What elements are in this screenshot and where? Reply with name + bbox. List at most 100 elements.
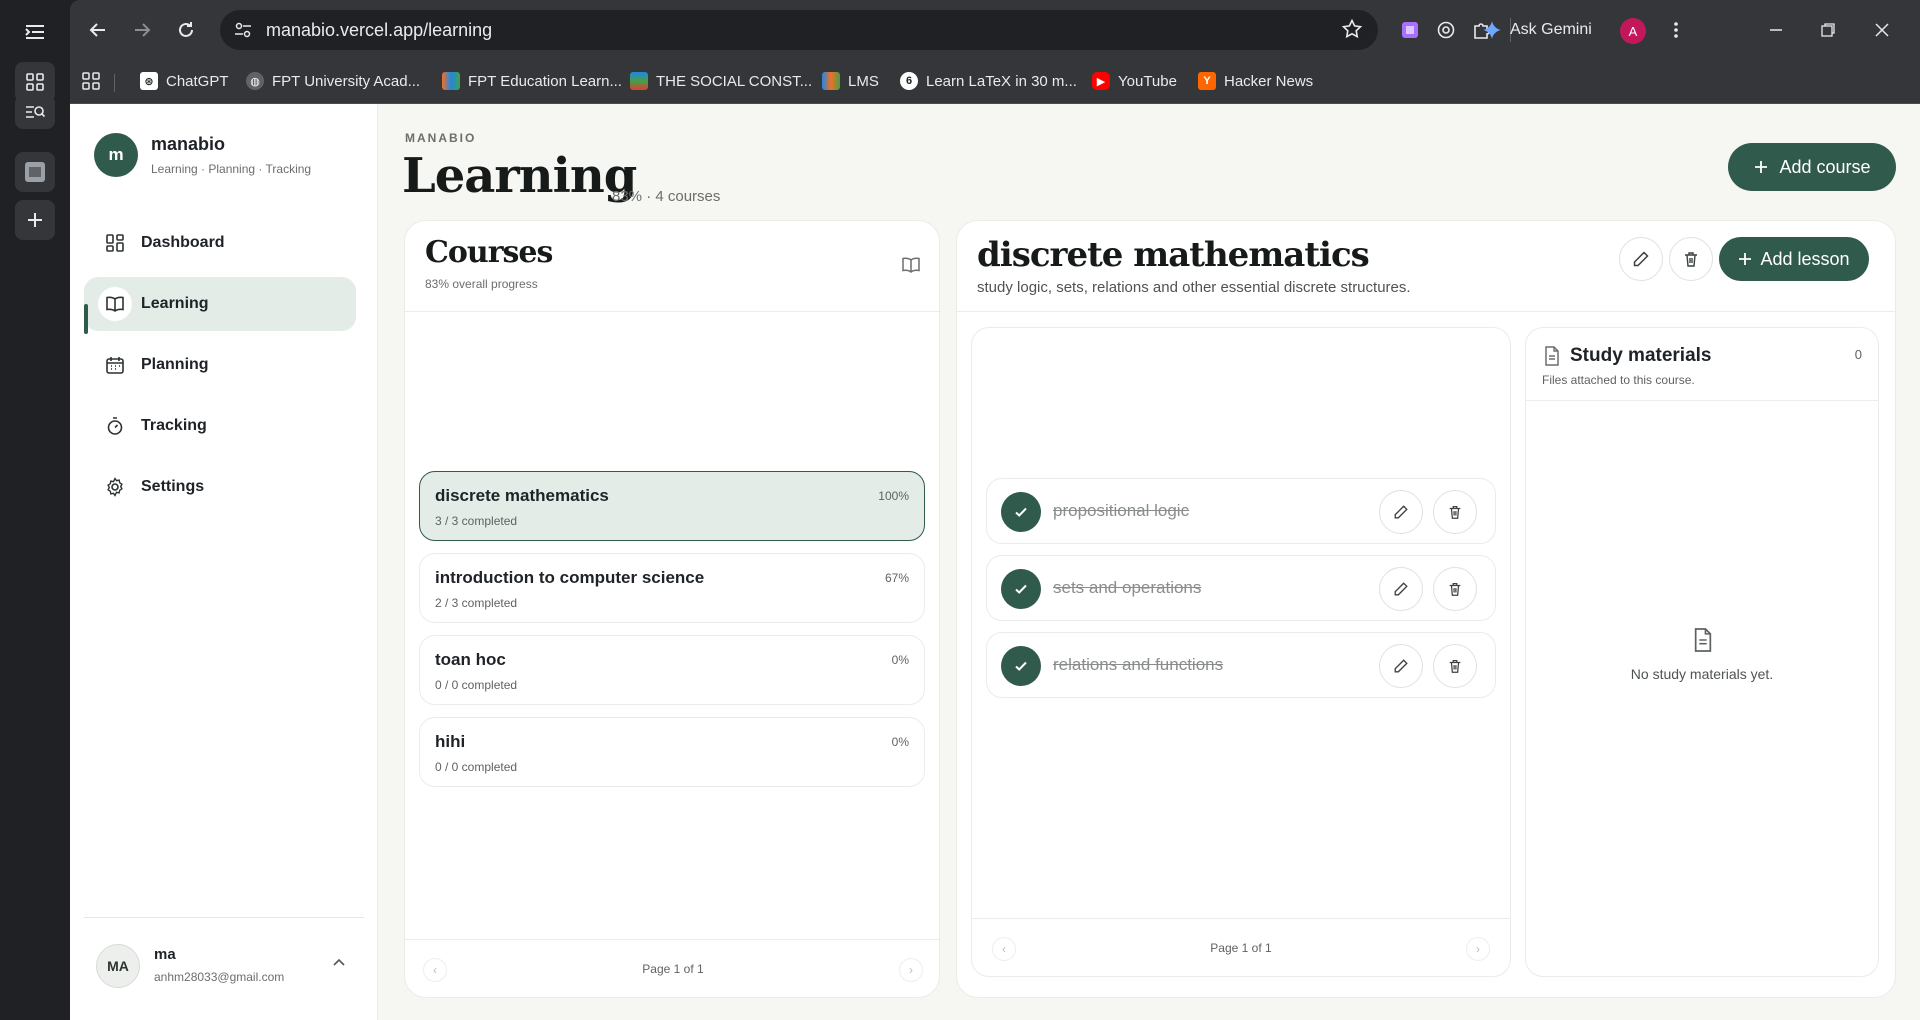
- edit-lesson-button[interactable]: [1379, 567, 1423, 611]
- close-icon[interactable]: [1866, 14, 1898, 46]
- course-progress: 0 / 0 completed: [435, 760, 518, 774]
- address-bar[interactable]: manabio.vercel.app/learning: [220, 10, 1378, 50]
- lesson-name: relations and functions: [1053, 655, 1224, 674]
- user-avatar[interactable]: MA: [96, 944, 140, 988]
- chevron-right-icon[interactable]: ›: [1466, 937, 1490, 961]
- url-text[interactable]: manabio.vercel.app/learning: [266, 20, 492, 41]
- chatgpt-extension-icon[interactable]: [1432, 16, 1460, 44]
- bookmark-label: ChatGPT: [166, 72, 229, 90]
- course-item-discrete-mathematics[interactable]: discrete mathematics 3 / 3 completed 100…: [419, 471, 925, 541]
- pencil-icon: [1394, 582, 1408, 596]
- sidebar-item-planning[interactable]: Planning: [84, 338, 356, 392]
- delete-lesson-button[interactable]: [1433, 644, 1477, 688]
- course-item-toan-hoc[interactable]: toan hoc 0 / 0 completed 0%: [419, 635, 925, 705]
- course-progress: 3 / 3 completed: [435, 514, 518, 528]
- course-item-intro-cs[interactable]: introduction to computer science 2 / 3 c…: [419, 553, 925, 623]
- courses-card: Courses 83% overall progress discrete ma…: [404, 220, 941, 998]
- bookmark-label: FPT Education Learn...: [468, 72, 622, 90]
- course-name: discrete mathematics: [435, 486, 609, 505]
- chevron-right-icon[interactable]: ›: [899, 958, 923, 982]
- delete-lesson-button[interactable]: [1433, 567, 1477, 611]
- edit-lesson-button[interactable]: [1379, 490, 1423, 534]
- document-icon: [1540, 344, 1564, 368]
- profile-avatar[interactable]: A: [1620, 18, 1646, 44]
- trash-icon: [1449, 660, 1461, 673]
- lesson-item[interactable]: relations and functions: [986, 632, 1496, 698]
- sidebar-item-tracking[interactable]: Tracking: [84, 399, 356, 453]
- reload-icon[interactable]: [170, 14, 202, 46]
- trash-icon: [1449, 506, 1461, 519]
- sidebar-item-dashboard[interactable]: Dashboard: [84, 216, 356, 270]
- pagination-label: Page 1 of 1: [1210, 941, 1272, 955]
- bookmark-learn-latex[interactable]: 6 Learn LaTeX in 30 m...: [900, 72, 1077, 90]
- user-email: anhm28033@gmail.com: [154, 970, 285, 984]
- edit-lesson-button[interactable]: [1379, 644, 1423, 688]
- forward-arrow-icon[interactable]: [126, 14, 158, 46]
- grid-icon: [100, 228, 130, 258]
- lessons-panel: propositional logic sets and operations: [971, 327, 1511, 977]
- edit-course-button[interactable]: [1619, 237, 1663, 281]
- new-tab-plus-icon[interactable]: [15, 200, 55, 240]
- browser-toolbar: manabio.vercel.app/learning Ask Gemini A: [70, 0, 1920, 60]
- bookmark-hacker-news[interactable]: Y Hacker News: [1198, 72, 1313, 90]
- bookmark-fpt-education[interactable]: FPT Education Learn...: [442, 72, 622, 90]
- ask-gemini-button[interactable]: Ask Gemini: [1482, 12, 1592, 48]
- pencil-icon: [1394, 505, 1408, 519]
- tab-list-icon[interactable]: [15, 12, 55, 52]
- course-percent: 0%: [891, 653, 909, 667]
- add-course-button[interactable]: Add course: [1728, 143, 1896, 191]
- lesson-item[interactable]: sets and operations: [986, 555, 1496, 621]
- web-app: m manabio Learning · Planning · Tracking…: [70, 104, 1920, 1020]
- minimize-icon[interactable]: [1760, 14, 1792, 46]
- bookmark-youtube[interactable]: ▶ YouTube: [1092, 72, 1177, 90]
- add-lesson-button[interactable]: Add lesson: [1719, 237, 1869, 281]
- study-materials-count: 0: [1854, 347, 1862, 362]
- bookmark-label: LMS: [848, 72, 879, 90]
- site-settings-icon[interactable]: [232, 20, 254, 40]
- course-progress: 2 / 3 completed: [435, 596, 518, 610]
- course-detail-title: discrete mathematics: [977, 235, 1370, 275]
- courses-pagination: ‹ Page 1 of 1 ›: [405, 945, 941, 995]
- kebab-menu-icon[interactable]: [1660, 14, 1692, 46]
- add-course-label: Add course: [1779, 156, 1871, 177]
- brand-avatar: m: [94, 133, 138, 177]
- book-icon: [98, 287, 132, 321]
- trash-icon: [1685, 252, 1697, 267]
- sidebar: m manabio Learning · Planning · Tracking…: [70, 104, 378, 1020]
- check-icon[interactable]: [1001, 492, 1041, 532]
- bookmark-label: YouTube: [1118, 72, 1177, 90]
- courses-footer-divider: [405, 939, 941, 940]
- check-icon[interactable]: [1001, 569, 1041, 609]
- lesson-item[interactable]: propositional logic: [986, 478, 1496, 544]
- sidebar-item-label: Tracking: [141, 417, 207, 434]
- bookmark-star-icon[interactable]: [1341, 18, 1363, 44]
- tab-thumbnail-icon[interactable]: [15, 152, 55, 192]
- back-arrow-icon[interactable]: [82, 14, 114, 46]
- bookmark-social-construct[interactable]: THE SOCIAL CONST...: [630, 72, 812, 90]
- extension-purple-icon[interactable]: [1396, 16, 1424, 44]
- chevron-up-icon[interactable]: [332, 954, 346, 972]
- tab-search-icon[interactable]: [15, 95, 55, 129]
- brand-tagline: Learning · Planning · Tracking: [151, 162, 312, 176]
- gemini-icon: [1483, 21, 1501, 39]
- bookmark-fpt-university[interactable]: ◍ FPT University Acad...: [246, 72, 420, 90]
- course-name: toan hoc: [435, 650, 506, 669]
- sidebar-item-learning[interactable]: Learning: [84, 277, 356, 331]
- sidebar-divider: [84, 917, 364, 918]
- delete-course-button[interactable]: [1669, 237, 1713, 281]
- delete-lesson-button[interactable]: [1433, 490, 1477, 534]
- sidebar-item-label: Settings: [141, 478, 205, 495]
- check-icon[interactable]: [1001, 646, 1041, 686]
- apps-grid-icon[interactable]: [82, 72, 100, 90]
- course-percent: 0%: [891, 735, 909, 749]
- course-item-hihi[interactable]: hihi 0 / 0 completed 0%: [419, 717, 925, 787]
- stack-icon: [630, 72, 648, 90]
- sidebar-item-label: Planning: [141, 356, 209, 373]
- bookmarks-divider: [114, 74, 115, 92]
- study-materials-title: Study materials: [1570, 345, 1712, 366]
- bookmark-lms[interactable]: LMS: [822, 72, 879, 90]
- restore-icon[interactable]: [1812, 14, 1844, 46]
- sidebar-item-settings[interactable]: Settings: [84, 460, 356, 514]
- bookmark-chatgpt[interactable]: ⊛ ChatGPT: [140, 72, 229, 90]
- user-name: ma: [154, 946, 176, 963]
